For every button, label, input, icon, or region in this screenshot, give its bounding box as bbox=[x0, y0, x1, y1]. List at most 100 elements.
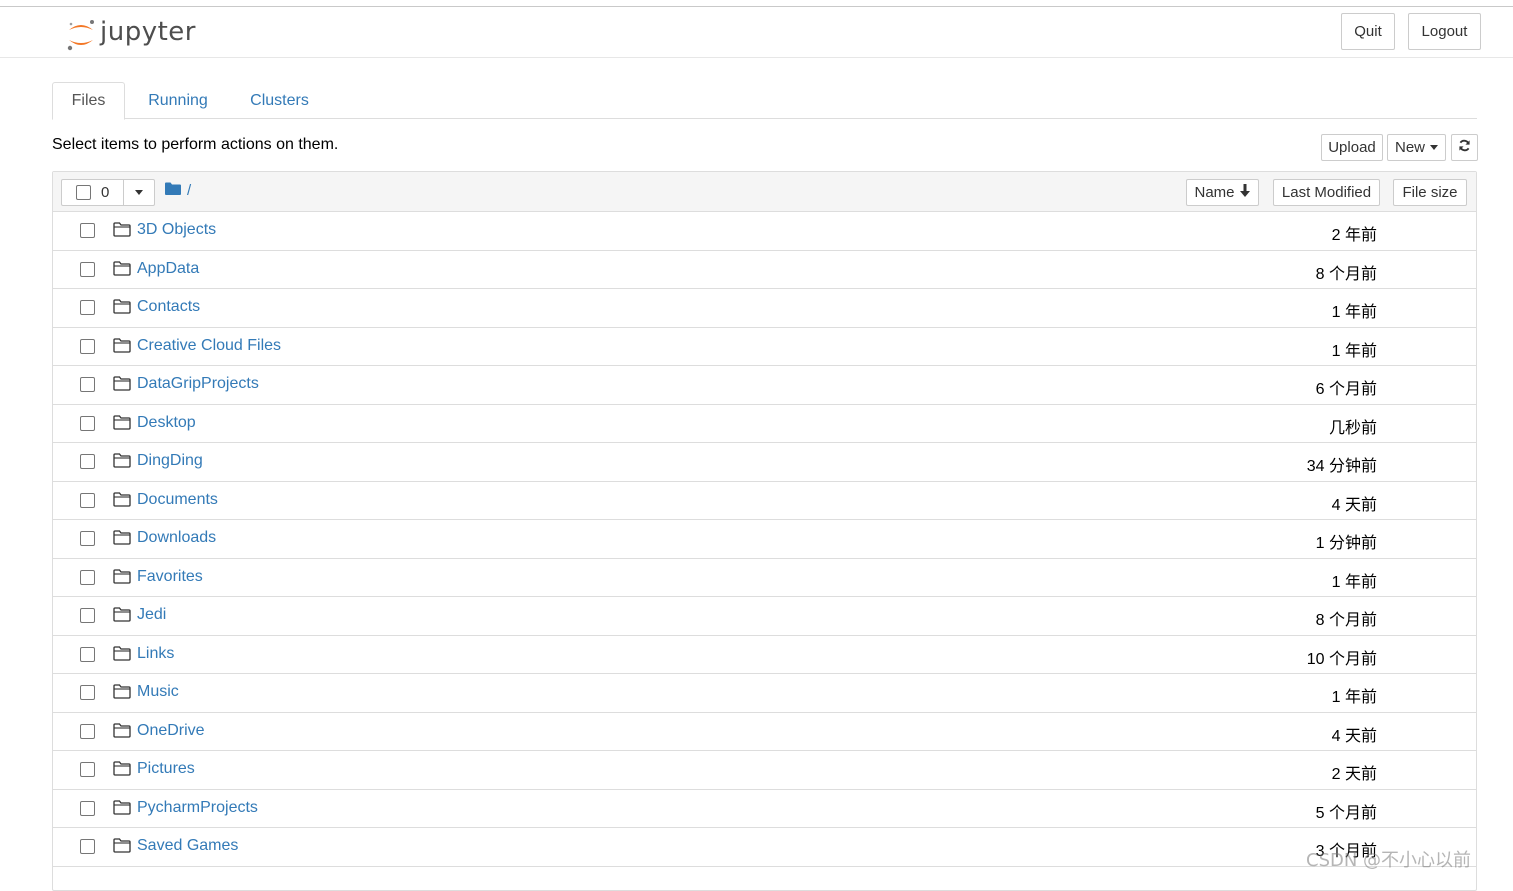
breadcrumb[interactable]: / bbox=[165, 182, 191, 199]
item-checkbox[interactable] bbox=[80, 800, 95, 816]
breadcrumb-root[interactable]: / bbox=[187, 182, 191, 199]
select-all-checkbox[interactable] bbox=[76, 185, 91, 200]
list-item[interactable]: DingDing 34 分钟前 bbox=[53, 443, 1476, 482]
item-last-modified: 1 年前 bbox=[1331, 342, 1377, 360]
list-item[interactable]: Jedi 8 个月前 bbox=[53, 597, 1476, 636]
item-checkbox[interactable] bbox=[80, 415, 95, 431]
item-name-link[interactable]: Contacts bbox=[137, 298, 200, 316]
item-name-link[interactable]: DataGripProjects bbox=[137, 375, 259, 393]
item-name-link[interactable]: Music bbox=[137, 683, 179, 701]
item-last-modified: 34 分钟前 bbox=[1306, 458, 1377, 475]
list-item[interactable]: Saved Games 3 个月前 bbox=[53, 828, 1476, 867]
item-name-link[interactable]: Documents bbox=[137, 491, 218, 509]
item-last-modified: 几秒前 bbox=[1328, 419, 1377, 437]
list-item[interactable]: Downloads 1 分钟前 bbox=[53, 520, 1476, 559]
sort-name-label: Name bbox=[1194, 184, 1235, 201]
item-name-link[interactable]: Downloads bbox=[137, 529, 216, 547]
file-list: 0 / Name Last Modified File size 3D Obje… bbox=[52, 171, 1477, 891]
logo-text: jupyter bbox=[100, 17, 196, 47]
item-name-link[interactable]: Favorites bbox=[137, 568, 203, 586]
item-checkbox[interactable] bbox=[80, 685, 95, 700]
quit-button[interactable]: Quit bbox=[1341, 13, 1395, 50]
folder-icon bbox=[113, 722, 131, 741]
folder-icon bbox=[113, 838, 131, 856]
folder-icon bbox=[113, 607, 131, 625]
item-checkbox[interactable] bbox=[80, 723, 95, 739]
list-item[interactable]: AppData 8 个月前 bbox=[53, 251, 1476, 289]
item-name-link[interactable]: Pictures bbox=[137, 760, 195, 778]
folder-icon bbox=[113, 491, 131, 510]
item-checkbox[interactable] bbox=[80, 531, 95, 546]
list-item[interactable]: Contacts 1 年前 bbox=[53, 289, 1476, 328]
list-item[interactable]: DataGripProjects 6 个月前 bbox=[53, 366, 1476, 405]
item-checkbox[interactable] bbox=[80, 492, 95, 508]
item-checkbox[interactable] bbox=[80, 569, 95, 585]
list-item[interactable]: Documents 4 天前 bbox=[53, 482, 1476, 520]
item-last-modified: 1 年前 bbox=[1331, 304, 1377, 321]
tab-files[interactable]: Files bbox=[52, 82, 125, 120]
item-checkbox[interactable] bbox=[80, 377, 95, 392]
tab-bar: Files Running Clusters bbox=[52, 82, 1477, 120]
item-checkbox[interactable] bbox=[80, 338, 95, 354]
item-name-link[interactable]: OneDrive bbox=[137, 722, 205, 740]
arrow-down-icon bbox=[1239, 184, 1251, 201]
item-checkbox[interactable] bbox=[80, 646, 95, 662]
item-name-link[interactable]: AppData bbox=[137, 260, 199, 278]
item-last-modified: 6 个月前 bbox=[1315, 381, 1377, 398]
sort-file-size-button[interactable]: File size bbox=[1393, 179, 1467, 206]
item-name-link[interactable]: Desktop bbox=[137, 414, 196, 432]
item-name-link[interactable]: DingDing bbox=[137, 452, 203, 470]
item-name-link[interactable]: 3D Objects bbox=[137, 221, 216, 239]
folder-icon bbox=[113, 645, 131, 664]
item-checkbox[interactable] bbox=[80, 839, 95, 854]
item-last-modified: 2 天前 bbox=[1331, 766, 1377, 783]
caret-down-icon bbox=[1430, 145, 1438, 150]
folder-icon bbox=[113, 376, 131, 394]
list-item[interactable]: Creative Cloud Files 1 年前 bbox=[53, 328, 1476, 366]
item-last-modified: 8 个月前 bbox=[1315, 265, 1377, 283]
sort-last-modified-button[interactable]: Last Modified bbox=[1273, 179, 1380, 206]
list-item[interactable]: Links 10 个月前 bbox=[53, 636, 1476, 674]
item-checkbox[interactable] bbox=[80, 261, 95, 277]
item-last-modified: 5 个月前 bbox=[1315, 804, 1377, 822]
sort-name-button[interactable]: Name bbox=[1186, 179, 1259, 206]
tab-running[interactable]: Running bbox=[130, 82, 226, 119]
item-name-link[interactable]: Saved Games bbox=[137, 837, 238, 855]
logout-button[interactable]: Logout bbox=[1408, 13, 1481, 50]
select-all-control[interactable]: 0 bbox=[62, 180, 124, 205]
upload-button[interactable]: Upload bbox=[1321, 134, 1383, 161]
folder-icon bbox=[113, 337, 131, 356]
item-checkbox[interactable] bbox=[80, 762, 95, 777]
item-checkbox[interactable] bbox=[80, 454, 95, 469]
list-item[interactable]: Music 1 年前 bbox=[53, 674, 1476, 713]
item-last-modified: 1 年前 bbox=[1331, 573, 1377, 591]
item-checkbox[interactable] bbox=[80, 300, 95, 315]
header: jupyter Quit Logout bbox=[0, 7, 1513, 58]
item-last-modified: 4 天前 bbox=[1331, 496, 1377, 514]
item-name-link[interactable]: Jedi bbox=[137, 606, 166, 624]
jupyter-logo[interactable]: jupyter bbox=[66, 15, 196, 55]
refresh-icon bbox=[1458, 139, 1471, 156]
refresh-button[interactable] bbox=[1451, 134, 1478, 161]
new-dropdown-button[interactable]: New bbox=[1387, 134, 1446, 161]
list-item[interactable]: PycharmProjects 5 个月前 bbox=[53, 790, 1476, 828]
watermark: CSDN @不小心以前 bbox=[1306, 850, 1472, 871]
folder-icon bbox=[113, 414, 131, 433]
item-name-link[interactable]: Links bbox=[137, 645, 174, 663]
folder-icon bbox=[113, 530, 131, 548]
item-name-link[interactable]: Creative Cloud Files bbox=[137, 337, 281, 355]
list-item[interactable]: Favorites 1 年前 bbox=[53, 559, 1476, 597]
folder-icon bbox=[113, 684, 131, 702]
item-checkbox[interactable] bbox=[80, 223, 95, 238]
list-item[interactable]: Desktop 几秒前 bbox=[53, 405, 1476, 443]
folder-icon bbox=[113, 222, 131, 240]
item-last-modified: 2 年前 bbox=[1331, 227, 1377, 244]
tab-clusters[interactable]: Clusters bbox=[234, 82, 325, 119]
select-menu-button[interactable] bbox=[124, 180, 154, 205]
item-checkbox[interactable] bbox=[80, 608, 95, 623]
list-item[interactable]: OneDrive 4 天前 bbox=[53, 713, 1476, 751]
item-last-modified: 10 个月前 bbox=[1306, 650, 1377, 668]
item-name-link[interactable]: PycharmProjects bbox=[137, 799, 258, 817]
list-item[interactable]: 3D Objects 2 年前 bbox=[53, 212, 1476, 251]
list-item[interactable]: Pictures 2 天前 bbox=[53, 751, 1476, 790]
